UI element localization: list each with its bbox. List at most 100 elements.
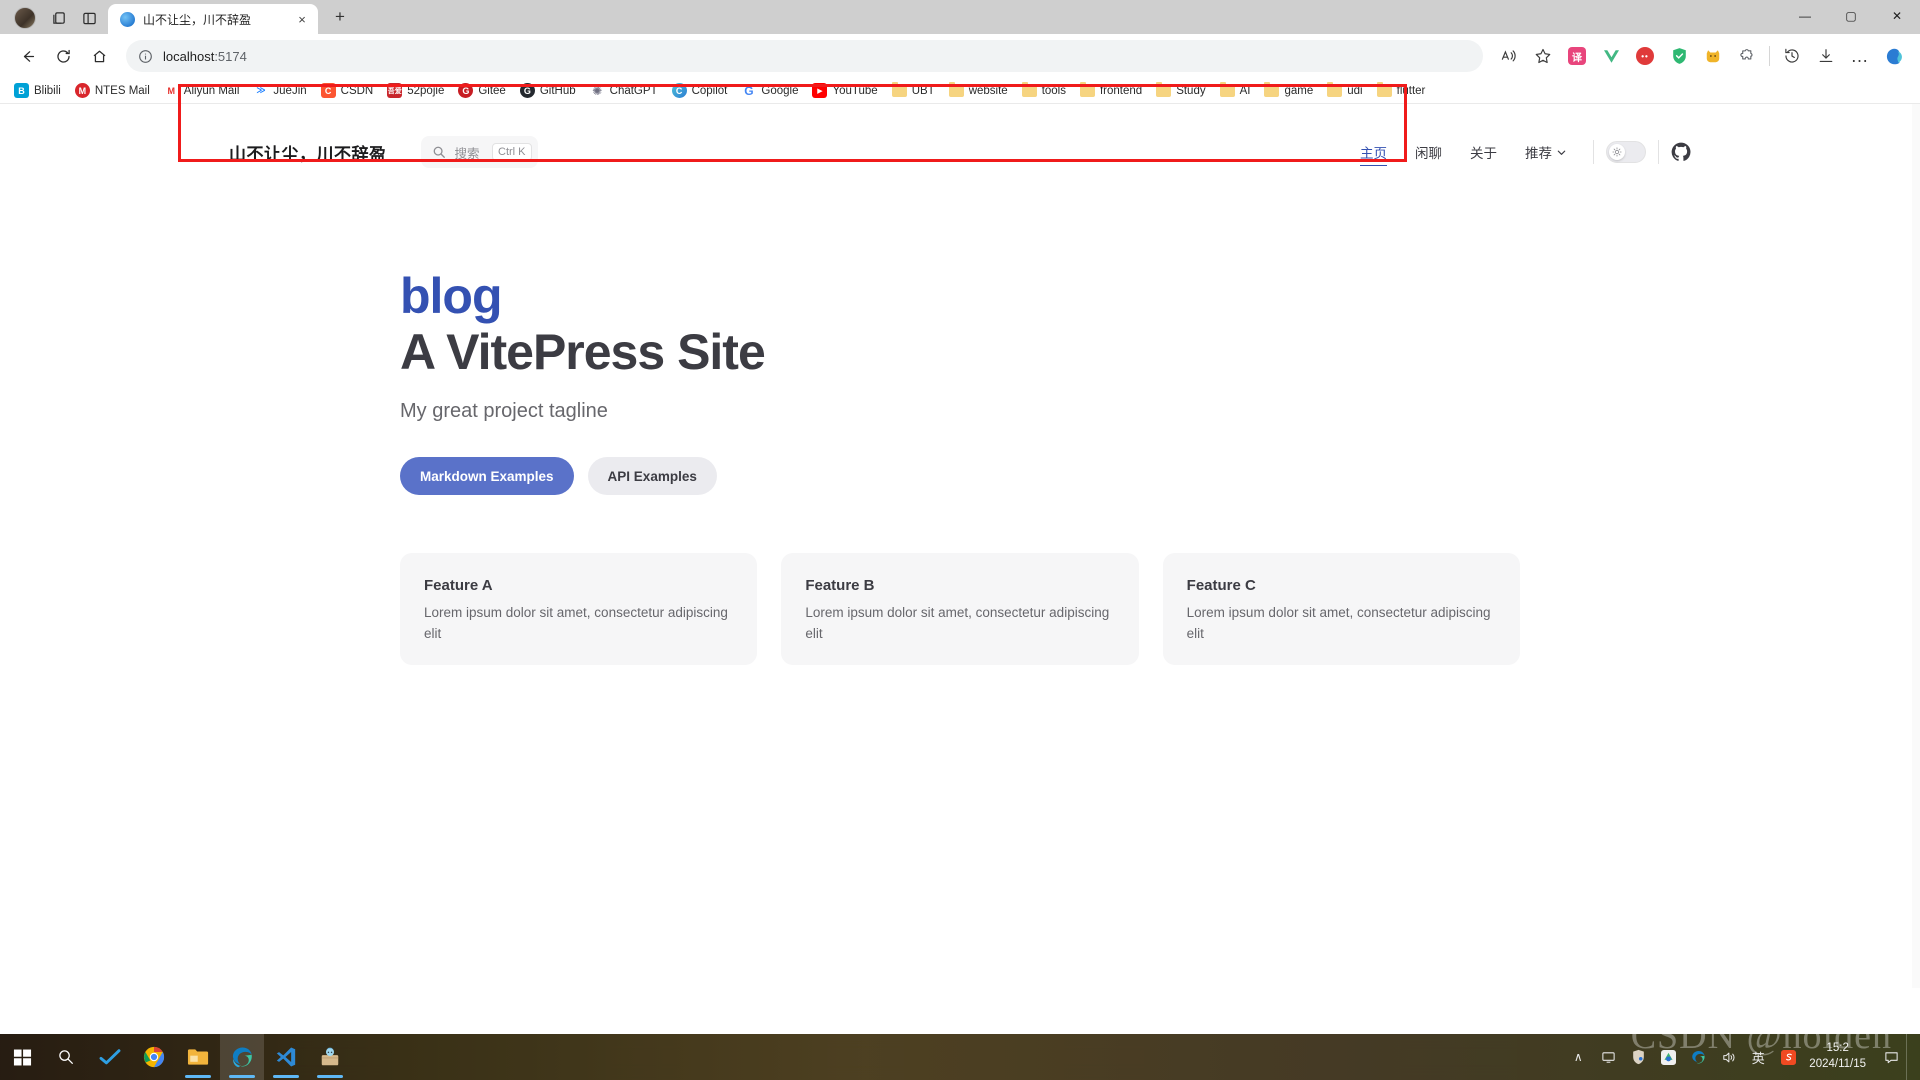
edge-app[interactable] — [220, 1034, 264, 1080]
nav-item-label: 关于 — [1470, 146, 1497, 161]
bookmark-csdn[interactable]: C CSDN — [315, 81, 380, 100]
bookmark-folder-udi[interactable]: udi — [1321, 81, 1368, 99]
bookmark-aliyun-mail[interactable]: M Aliyun Mail — [158, 81, 246, 100]
ime-icon[interactable]: 英 — [1743, 1034, 1773, 1080]
bookmark-chatgpt[interactable]: ✺ ChatGPT — [584, 81, 664, 100]
nav-item-chat[interactable]: 闲聊 — [1401, 142, 1456, 162]
app-tray-icon[interactable] — [1653, 1034, 1683, 1080]
todo-app[interactable] — [88, 1034, 132, 1080]
theme-toggle[interactable] — [1606, 141, 1646, 163]
bookmark-52pojie[interactable]: 吾爱 52pojie — [381, 81, 450, 100]
bookmark-ntes-mail[interactable]: M NTES Mail — [69, 81, 156, 100]
github-icon[interactable] — [1671, 142, 1691, 162]
favorite-star-icon[interactable] — [1527, 40, 1559, 72]
browser-tab[interactable]: 山不让尘，川不辞盈 × — [108, 4, 318, 34]
downloads-icon[interactable] — [1810, 40, 1842, 72]
github-icon: G — [519, 83, 535, 98]
home-icon[interactable] — [82, 39, 116, 73]
vue-devtools-extension-icon[interactable] — [1595, 40, 1627, 72]
bookmark-folder-website[interactable]: website — [943, 81, 1014, 99]
show-hidden-icons[interactable]: ∧ — [1563, 1034, 1593, 1080]
start-button[interactable] — [0, 1034, 44, 1080]
bookmark-blibili[interactable]: B Blibili — [8, 81, 67, 100]
adblock-shield-extension-icon[interactable] — [1663, 40, 1695, 72]
search-taskbar-button[interactable] — [44, 1034, 88, 1080]
browser-tab-strip: 山不让尘，川不辞盈 × + — ▢ ✕ — [0, 0, 1920, 34]
bookmark-folder-flutter[interactable]: flutter — [1371, 81, 1432, 99]
site-nav: 山不让尘，川不辞盈 搜索 Ctrl K 主页 闲聊 关于 推荐 — [205, 120, 1715, 184]
window-controls: — ▢ ✕ — [1782, 0, 1920, 32]
volume-icon[interactable] — [1713, 1034, 1743, 1080]
address-bar[interactable]: localhost:5174 — [126, 40, 1483, 72]
back-icon[interactable] — [10, 39, 44, 73]
api-examples-button[interactable]: API Examples — [587, 457, 717, 495]
notification-icon[interactable] — [1876, 1034, 1906, 1080]
hero-name: blog — [400, 268, 503, 324]
bookmark-folder-ai[interactable]: AI — [1214, 81, 1257, 99]
sogou-ime-icon[interactable] — [1773, 1034, 1803, 1080]
clock-date: 2024/11/15 — [1809, 1058, 1866, 1070]
folder-icon — [891, 81, 907, 97]
bookmark-gitee[interactable]: G Gitee — [452, 81, 512, 100]
youtube-icon: ▶ — [812, 83, 828, 98]
bookmark-github[interactable]: G GitHub — [514, 81, 582, 100]
profile-avatar[interactable] — [14, 7, 36, 29]
network-monitor-icon[interactable] — [1593, 1034, 1623, 1080]
hero-tagline: My great project tagline — [400, 400, 608, 422]
tab-actions-icon[interactable] — [44, 5, 74, 31]
feature-card[interactable]: Feature C Lorem ipsum dolor sit amet, co… — [1162, 553, 1520, 665]
bookmark-youtube[interactable]: ▶ YouTube — [806, 81, 883, 100]
new-tab-button[interactable]: + — [326, 3, 354, 31]
toolbar-divider — [1769, 46, 1770, 66]
nav-item-home[interactable]: 主页 — [1346, 142, 1401, 166]
more-settings-icon[interactable]: … — [1844, 40, 1876, 72]
window-close-icon[interactable]: ✕ — [1874, 0, 1920, 32]
close-icon[interactable]: × — [292, 9, 312, 29]
taskbar-clock[interactable]: 15:2 2024/11/15 — [1803, 1041, 1876, 1072]
nav-item-label: 闲聊 — [1415, 146, 1442, 161]
file-explorer-app[interactable] — [176, 1034, 220, 1080]
vscode-app[interactable] — [264, 1034, 308, 1080]
show-desktop-button[interactable] — [1906, 1034, 1914, 1080]
nav-item-about[interactable]: 关于 — [1456, 142, 1511, 162]
bookmark-juejin[interactable]: ≫ JueJin — [247, 81, 312, 100]
bookmark-folder-game[interactable]: game — [1258, 81, 1319, 99]
site-nav-menu: 主页 闲聊 关于 推荐 — [1346, 140, 1691, 166]
red-dot-extension-icon[interactable]: •• — [1629, 40, 1661, 72]
folder-icon — [1376, 81, 1392, 97]
translate-extension-icon[interactable]: 译 — [1561, 40, 1593, 72]
browser-toolbar: localhost:5174 译 •• … — [0, 34, 1920, 78]
page-scrollbar[interactable] — [1912, 104, 1920, 988]
markdown-examples-button[interactable]: Markdown Examples — [400, 457, 574, 495]
security-icon[interactable] — [1623, 1034, 1653, 1080]
bookmark-folder-frontend[interactable]: frontend — [1074, 81, 1148, 99]
feature-card[interactable]: Feature A Lorem ipsum dolor sit amet, co… — [400, 553, 758, 665]
refresh-icon[interactable] — [46, 39, 80, 73]
cat-extension-icon[interactable] — [1697, 40, 1729, 72]
bookmarks-bar: B Blibili M NTES Mail M Aliyun Mail ≫ JueJin… — [0, 78, 1920, 104]
chrome-app[interactable] — [132, 1034, 176, 1080]
bookmark-folder-ubt[interactable]: UBT — [886, 81, 941, 99]
bookmark-google[interactable]: G Google — [735, 81, 804, 100]
puzzle-extension-icon[interactable] — [1731, 40, 1763, 72]
bookmark-copilot[interactable]: C Copilot — [666, 81, 734, 100]
read-aloud-icon[interactable] — [1493, 40, 1525, 72]
copilot-icon[interactable] — [1878, 40, 1910, 72]
edge-tray-icon[interactable] — [1683, 1034, 1713, 1080]
history-icon[interactable] — [1776, 40, 1808, 72]
search-placeholder: 搜索 — [454, 146, 480, 161]
folder-icon — [1264, 81, 1280, 97]
site-title[interactable]: 山不让尘，川不辞盈 — [229, 140, 387, 165]
site-info-icon[interactable] — [138, 49, 153, 64]
minimize-icon[interactable]: — — [1782, 0, 1828, 32]
anime-app[interactable] — [308, 1034, 352, 1080]
maximize-icon[interactable]: ▢ — [1828, 0, 1874, 32]
feature-title: Feature A — [424, 577, 493, 594]
feature-card[interactable]: Feature B Lorem ipsum dolor sit amet, co… — [781, 553, 1139, 665]
bookmark-folder-study[interactable]: Study — [1150, 81, 1211, 99]
split-screen-icon[interactable] — [74, 5, 104, 31]
chevron-down-icon — [1556, 147, 1567, 158]
search-input[interactable]: 搜索 Ctrl K — [420, 136, 538, 168]
nav-item-recommend[interactable]: 推荐 — [1511, 142, 1581, 162]
bookmark-folder-tools[interactable]: tools — [1016, 81, 1072, 99]
